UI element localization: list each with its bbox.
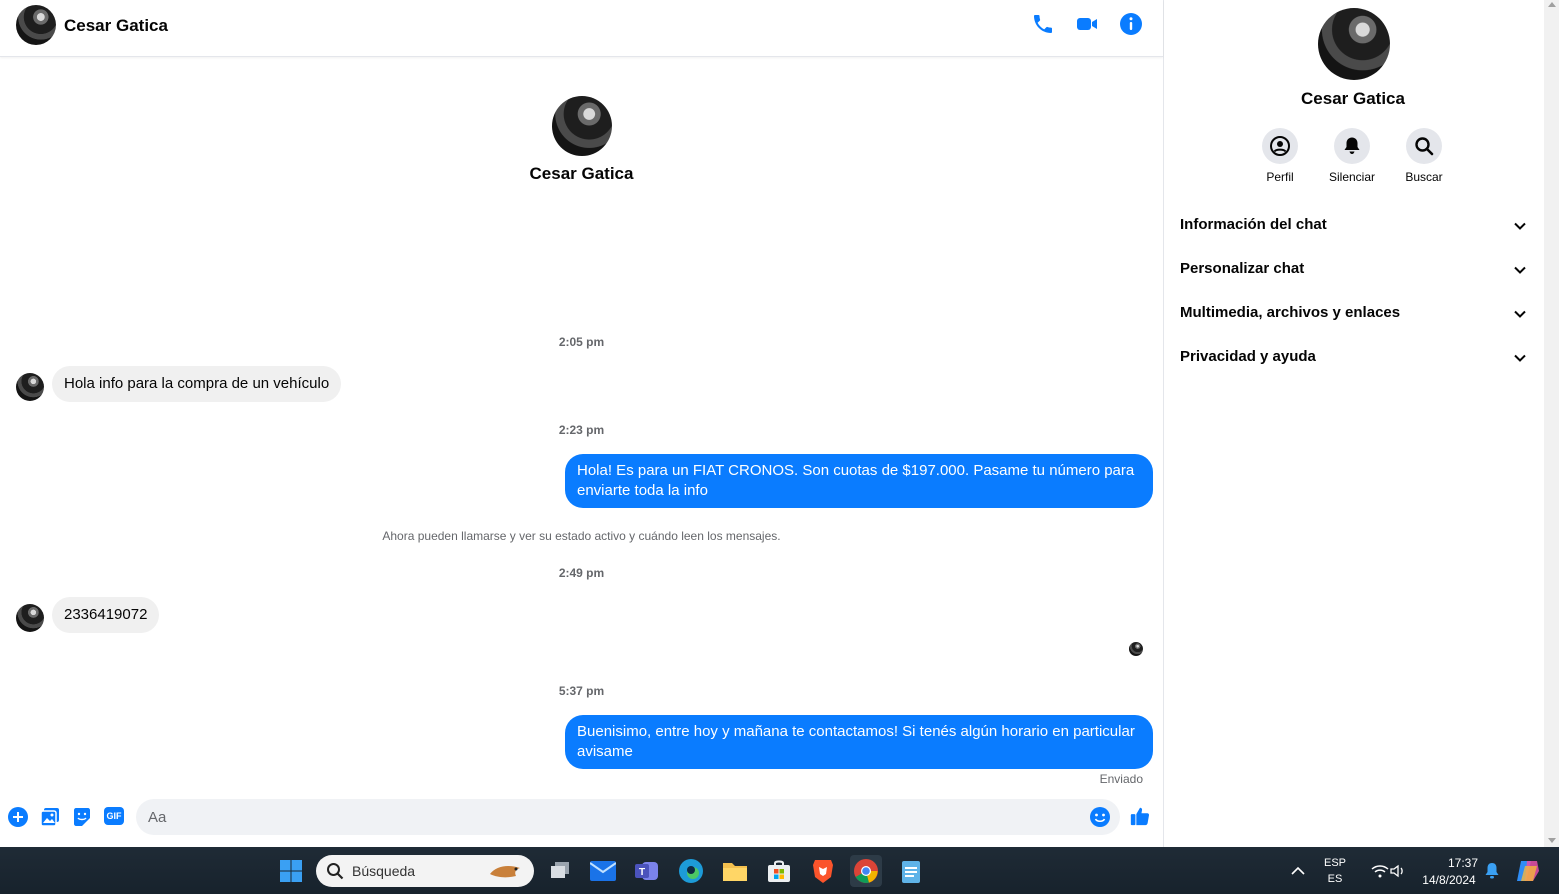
section-label: Multimedia, archivos y enlaces <box>1180 304 1401 321</box>
section-label: Personalizar chat <box>1180 260 1305 277</box>
profile-icon <box>1262 128 1298 164</box>
chat-info-panel: Cesar Gatica Perfil Silenciar Buscar Inf… <box>1164 0 1544 847</box>
scroll-up-arrow-icon[interactable] <box>1548 2 1556 7</box>
chevron-down-icon <box>1512 262 1528 278</box>
read-receipt-avatar <box>1129 642 1143 656</box>
teams-app-icon[interactable]: T <box>631 855 663 887</box>
action-label: Silenciar <box>1328 170 1376 184</box>
clock-date: 14/8/2024 <box>1422 873 1476 887</box>
edge-browser-icon[interactable] <box>675 855 707 887</box>
windows-taskbar: Búsqueda T ESP ES 17:37 14/8/2024 <box>0 847 1559 894</box>
mute-action-button[interactable]: Silenciar <box>1316 128 1388 184</box>
windows-start-icon[interactable] <box>275 855 307 887</box>
keyboard-layout: ES <box>1327 873 1343 885</box>
intro-contact-name: Cesar Gatica <box>529 164 634 183</box>
search-placeholder: Búsqueda <box>352 863 416 879</box>
search-highlight-icon <box>488 860 524 882</box>
chat-pane: Cesar Gatica Cesar Gatica 2:05 pm Hola i… <box>0 0 1164 847</box>
message-input[interactable] <box>136 799 1120 835</box>
volume-icon[interactable] <box>1382 855 1414 887</box>
info-avatar[interactable] <box>1318 8 1390 80</box>
clock[interactable]: 17:37 14/8/2024 <box>1416 856 1482 887</box>
sticker-icon[interactable] <box>72 807 92 827</box>
taskbar-search-box[interactable]: Búsqueda <box>316 855 534 887</box>
section-media-files-links[interactable]: Multimedia, archivos y enlaces <box>1172 292 1536 336</box>
delivery-status: Enviado <box>1099 772 1143 786</box>
phone-call-icon[interactable] <box>1031 12 1055 36</box>
outgoing-message[interactable]: Hola! Es para un FIAT CRONOS. Son cuotas… <box>565 454 1153 508</box>
notepad-app-icon[interactable] <box>895 855 927 887</box>
video-call-icon[interactable] <box>1075 12 1099 36</box>
plus-icon[interactable] <box>8 807 28 827</box>
chrome-browser-icon[interactable] <box>850 855 882 887</box>
svg-text:T: T <box>639 867 645 878</box>
task-view-icon[interactable] <box>544 855 576 887</box>
section-label: Privacidad y ayuda <box>1180 348 1316 365</box>
timestamp: 2:05 pm <box>558 335 605 349</box>
incoming-message[interactable]: Hola info para la compra de un vehículo <box>52 366 342 402</box>
notification-bell-icon[interactable] <box>1476 855 1508 887</box>
chevron-down-icon <box>1512 350 1528 366</box>
sender-avatar[interactable] <box>16 373 44 401</box>
emoji-icon[interactable] <box>1089 806 1111 828</box>
system-notice: Ahora pueden llamarse y ver su estado ac… <box>382 529 781 543</box>
microsoft-store-icon[interactable] <box>763 855 795 887</box>
chat-header: Cesar Gatica <box>0 0 1163 57</box>
brave-browser-icon[interactable] <box>807 855 839 887</box>
scroll-down-arrow-icon[interactable] <box>1548 838 1556 843</box>
info-contact-name: Cesar Gatica <box>1301 89 1405 108</box>
timestamp: 2:23 pm <box>558 423 605 437</box>
incoming-message[interactable]: 2336419072 <box>52 597 160 633</box>
action-label: Buscar <box>1405 170 1443 184</box>
page-scrollbar[interactable] <box>1544 0 1559 847</box>
language-indicator[interactable]: ESP ES <box>1320 857 1350 885</box>
chevron-up-icon[interactable] <box>1282 855 1314 887</box>
timestamp: 5:37 pm <box>558 684 605 698</box>
search-icon <box>1406 128 1442 164</box>
sender-avatar[interactable] <box>16 604 44 632</box>
thumbs-up-icon[interactable] <box>1129 805 1153 829</box>
section-label: Información del chat <box>1180 216 1327 233</box>
timestamp: 2:49 pm <box>558 566 605 580</box>
section-chat-info[interactable]: Información del chat <box>1172 204 1536 248</box>
bell-icon <box>1334 128 1370 164</box>
chevron-down-icon <box>1512 218 1528 234</box>
mail-app-icon[interactable] <box>587 855 619 887</box>
gif-button[interactable]: GIF <box>104 807 124 825</box>
section-customize-chat[interactable]: Personalizar chat <box>1172 248 1536 292</box>
contact-name[interactable]: Cesar Gatica <box>64 16 168 36</box>
info-icon[interactable] <box>1119 12 1143 36</box>
search-icon <box>326 862 344 880</box>
contact-avatar[interactable] <box>16 5 56 45</box>
search-action-button[interactable]: Buscar <box>1388 128 1460 184</box>
chevron-down-icon <box>1512 306 1528 322</box>
outgoing-message[interactable]: Buenisimo, entre hoy y mañana te contact… <box>565 715 1153 769</box>
photo-icon[interactable] <box>40 807 60 827</box>
file-explorer-icon[interactable] <box>719 855 751 887</box>
message-composer: GIF <box>0 797 1163 837</box>
action-label: Perfil <box>1266 170 1294 184</box>
copilot-icon[interactable] <box>1512 855 1544 887</box>
intro-avatar[interactable] <box>552 96 612 156</box>
language-code: ESP <box>1323 857 1346 869</box>
profile-action-button[interactable]: Perfil <box>1244 128 1316 184</box>
clock-time: 17:37 <box>1447 856 1478 870</box>
section-privacy-help[interactable]: Privacidad y ayuda <box>1172 336 1536 380</box>
